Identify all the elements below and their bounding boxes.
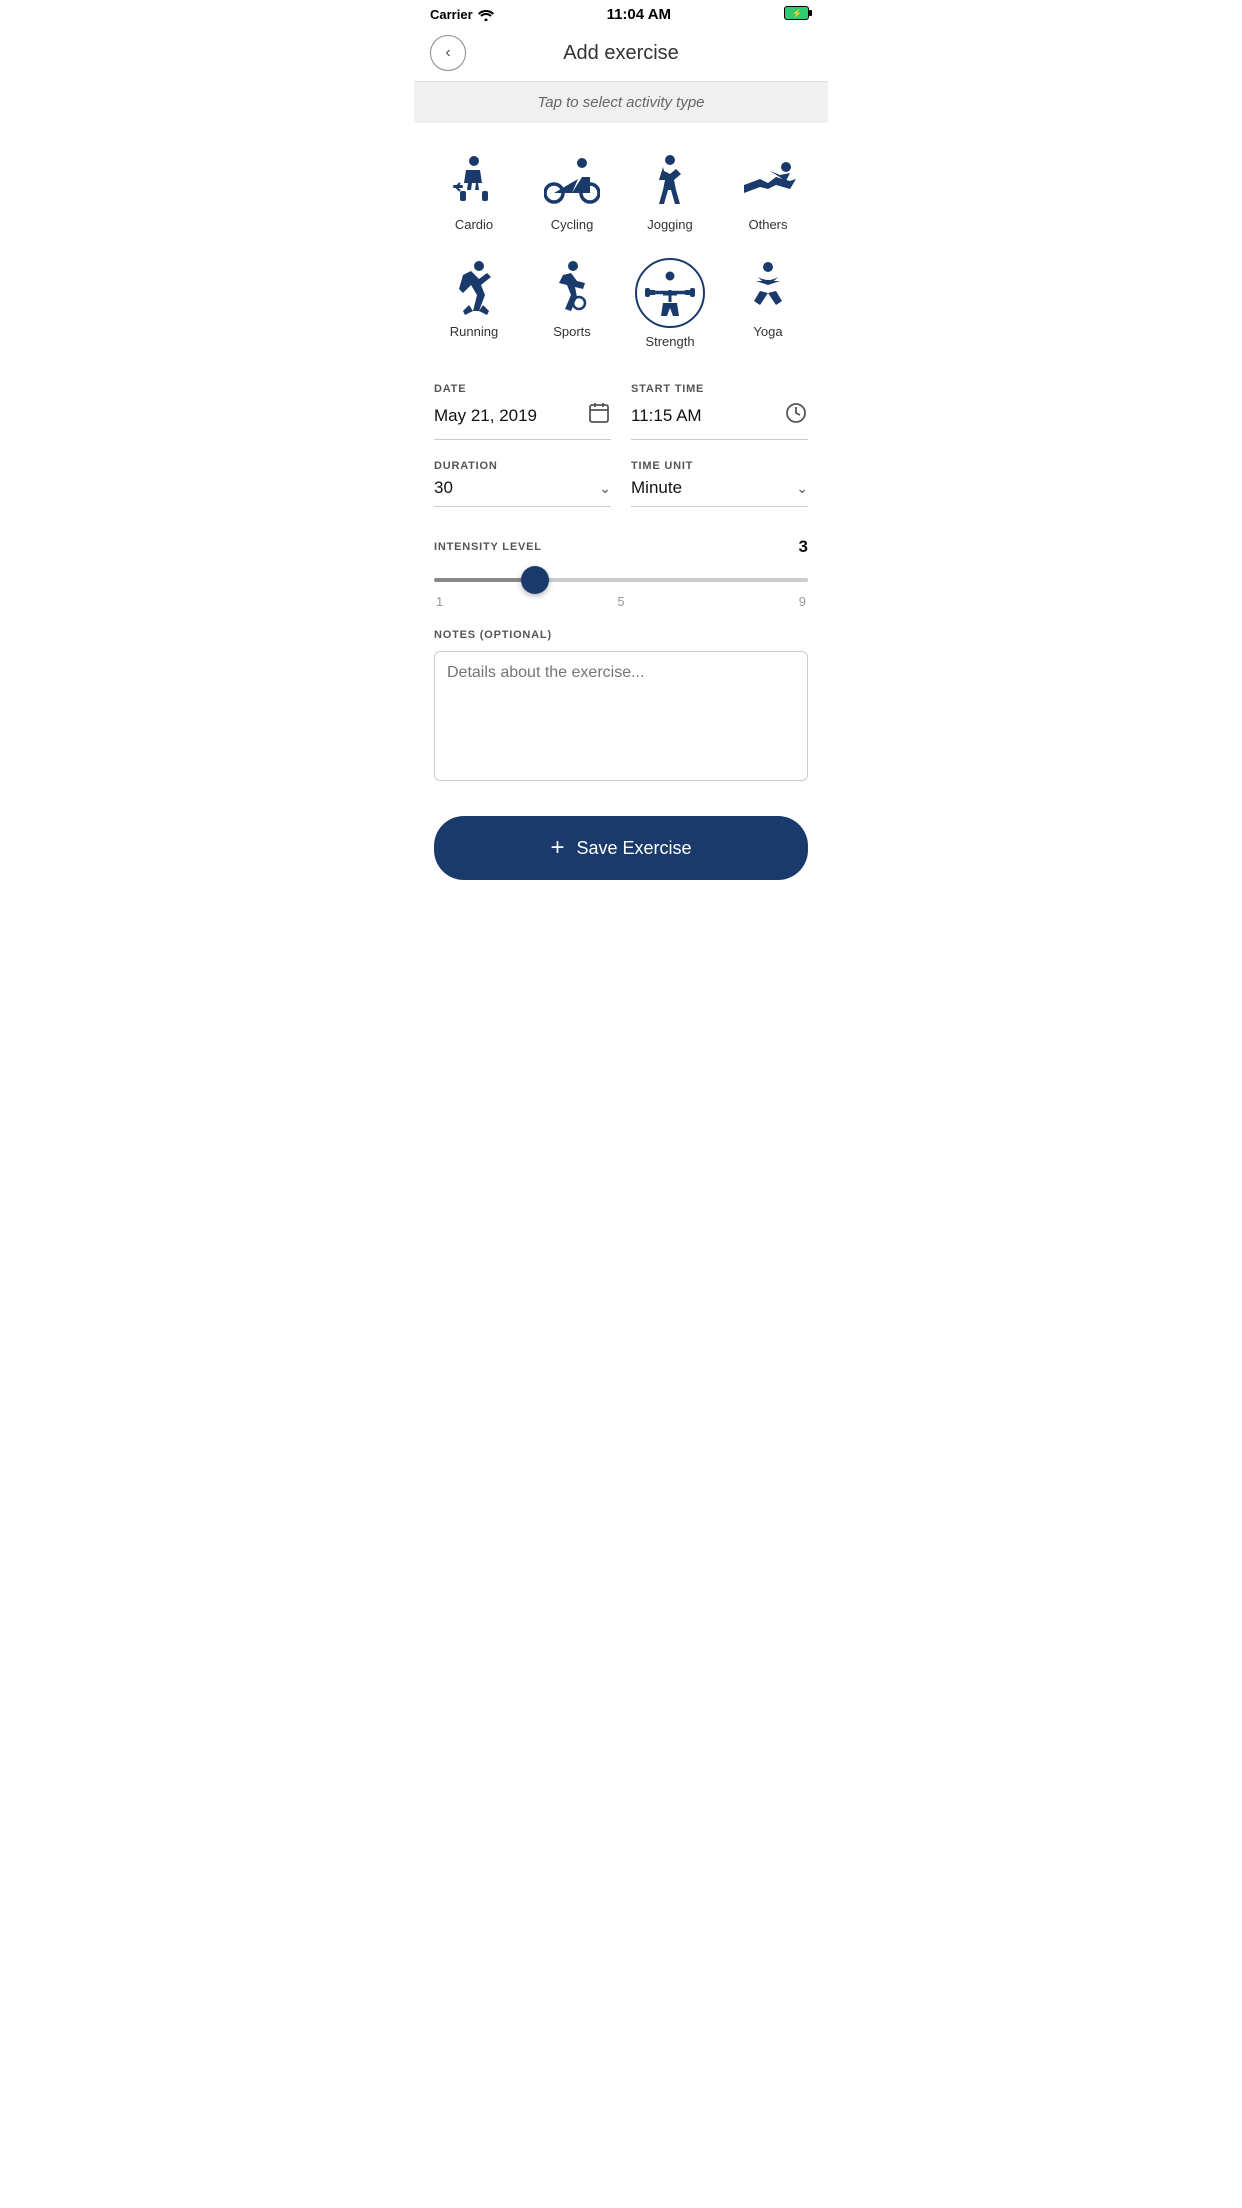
jogging-icon [640, 151, 700, 211]
date-field[interactable]: DATE May 21, 2019 [434, 383, 611, 440]
activity-others[interactable]: Others [724, 143, 812, 240]
date-value-row[interactable]: May 21, 2019 [434, 401, 611, 440]
date-time-row: DATE May 21, 2019 START TIME 11:15 AM [434, 383, 808, 440]
intensity-header: INTENSITY LEVEL 3 [434, 537, 808, 557]
activity-grid: Cardio Cycling Jogging [414, 123, 828, 367]
duration-value-row[interactable]: 30 ⌄ [434, 478, 611, 507]
calendar-icon [587, 401, 611, 431]
time-unit-value: Minute [631, 478, 682, 498]
yoga-icon [738, 258, 798, 318]
status-battery: ⚡ [784, 6, 812, 23]
others-label: Others [748, 217, 787, 232]
cycling-icon [542, 151, 602, 211]
activity-sports[interactable]: Sports [528, 250, 616, 357]
duration-chevron-icon: ⌄ [599, 480, 611, 497]
duration-value: 30 [434, 478, 453, 498]
activity-yoga[interactable]: Yoga [724, 250, 812, 357]
running-icon [444, 258, 504, 318]
save-plus-icon: + [550, 834, 564, 862]
intensity-slider[interactable] [434, 578, 808, 582]
header: ‹ Add exercise [414, 27, 828, 82]
slider-min-mark: 1 [436, 594, 443, 609]
yoga-label: Yoga [753, 324, 782, 339]
activity-banner: Tap to select activity type [414, 82, 828, 123]
intensity-value: 3 [799, 537, 808, 557]
status-carrier: Carrier [430, 7, 494, 22]
duration-unit-row: DURATION 30 ⌄ TIME UNIT Minute ⌄ [434, 460, 808, 507]
duration-label: DURATION [434, 460, 611, 472]
date-label: DATE [434, 383, 611, 395]
start-time-value-row[interactable]: 11:15 AM [631, 401, 808, 440]
activity-strength[interactable]: Strength [626, 250, 714, 357]
duration-field[interactable]: DURATION 30 ⌄ [434, 460, 611, 507]
start-time-field[interactable]: START TIME 11:15 AM [631, 383, 808, 440]
cardio-label: Cardio [455, 217, 493, 232]
jogging-label: Jogging [647, 217, 693, 232]
clock-icon [784, 401, 808, 431]
page-title: Add exercise [466, 42, 776, 65]
strength-label: Strength [645, 334, 694, 349]
start-time-value: 11:15 AM [631, 406, 702, 426]
time-unit-field[interactable]: TIME UNIT Minute ⌄ [631, 460, 808, 507]
slider-max-mark: 9 [799, 594, 806, 609]
start-time-label: START TIME [631, 383, 808, 395]
notes-textarea[interactable] [434, 651, 808, 781]
sports-label: Sports [553, 324, 591, 339]
time-unit-label: TIME UNIT [631, 460, 808, 472]
slider-mid-mark: 5 [617, 594, 624, 609]
intensity-label: INTENSITY LEVEL [434, 541, 542, 553]
activity-cardio[interactable]: Cardio [430, 143, 518, 240]
battery-icon: ⚡ [784, 6, 812, 20]
time-unit-chevron-icon: ⌄ [796, 480, 808, 497]
activity-jogging[interactable]: Jogging [626, 143, 714, 240]
status-bar: Carrier 11:04 AM ⚡ [414, 0, 828, 27]
status-time: 11:04 AM [607, 6, 671, 23]
sports-icon [542, 258, 602, 318]
date-value: May 21, 2019 [434, 406, 537, 426]
others-icon [738, 151, 798, 211]
save-exercise-button[interactable]: + Save Exercise [434, 816, 808, 880]
svg-text:⚡: ⚡ [792, 8, 802, 18]
back-button[interactable]: ‹ [430, 35, 466, 71]
cycling-label: Cycling [551, 217, 594, 232]
running-label: Running [450, 324, 498, 339]
activity-cycling[interactable]: Cycling [528, 143, 616, 240]
form-section: DATE May 21, 2019 START TIME 11:15 AM [414, 367, 828, 507]
save-btn-container: + Save Exercise [414, 796, 828, 910]
notes-label: NOTES (OPTIONAL) [434, 629, 808, 641]
slider-marks: 1 5 9 [434, 594, 808, 609]
save-btn-label: Save Exercise [576, 838, 691, 859]
time-unit-value-row[interactable]: Minute ⌄ [631, 478, 808, 507]
notes-section: NOTES (OPTIONAL) [414, 619, 828, 796]
cardio-icon [444, 151, 504, 211]
wifi-icon [478, 9, 494, 21]
strength-icon [635, 258, 705, 328]
activity-running[interactable]: Running [430, 250, 518, 357]
intensity-section: INTENSITY LEVEL 3 1 5 9 [414, 527, 828, 619]
